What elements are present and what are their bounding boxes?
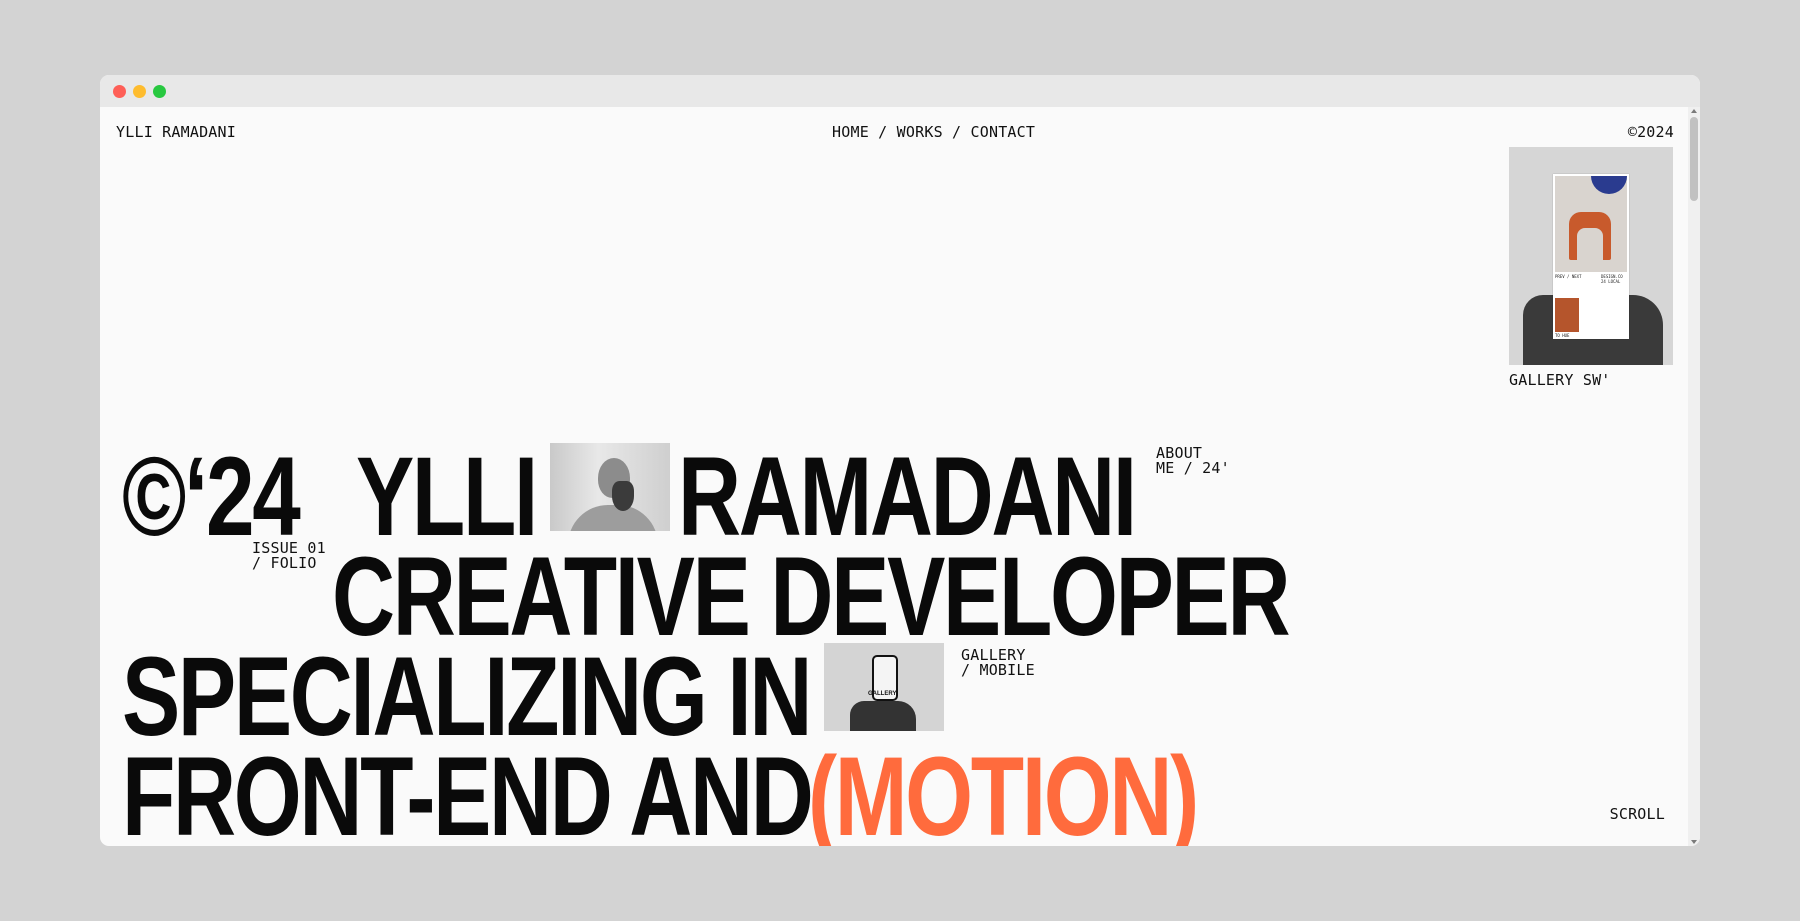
- gallery-mobile-link[interactable]: GALLERY / MOBILE: [961, 648, 1035, 678]
- about-label-line2: ME / 24': [1156, 459, 1230, 477]
- minimize-button[interactable]: [133, 85, 146, 98]
- scroll-up-icon[interactable]: [1691, 109, 1697, 113]
- phone-caption: GALLERY: [868, 691, 897, 697]
- portrait-beard: [612, 481, 634, 511]
- mobile-rock: [850, 701, 916, 731]
- portrait-shoulder: [568, 505, 658, 531]
- scrollbar-thumb[interactable]: [1690, 117, 1698, 201]
- close-button[interactable]: [113, 85, 126, 98]
- title-bar: [100, 75, 1700, 107]
- issue-label: ISSUE 01 / FOLIO: [252, 541, 326, 571]
- about-me-link[interactable]: ABOUT ME / 24': [1156, 446, 1230, 476]
- vertical-scrollbar[interactable]: [1688, 107, 1700, 846]
- scroll-indicator[interactable]: SCROLL: [1610, 805, 1665, 823]
- hero-motion-accent: (MOTION): [808, 734, 1199, 847]
- page-content: YLLI RAMADANI HOME / WORKS / CONTACT ©20…: [100, 107, 1700, 846]
- scroll-down-icon[interactable]: [1691, 840, 1697, 844]
- mobile-gallery-photo[interactable]: GALLERY: [824, 643, 944, 731]
- hero-copyright-year: ©‘24: [122, 434, 301, 559]
- portrait-photo[interactable]: [550, 443, 670, 531]
- hero-section: ©‘24 YLLI RAMADANI ABOUT ME / 24' ISSUE …: [100, 107, 1700, 847]
- maximize-button[interactable]: [153, 85, 166, 98]
- hero-front-end: FRONT-END AND: [122, 734, 814, 847]
- issue-label-line2: / FOLIO: [252, 554, 317, 572]
- browser-window: YLLI RAMADANI HOME / WORKS / CONTACT ©20…: [100, 75, 1700, 846]
- gallery-mobile-line2: / MOBILE: [961, 661, 1035, 679]
